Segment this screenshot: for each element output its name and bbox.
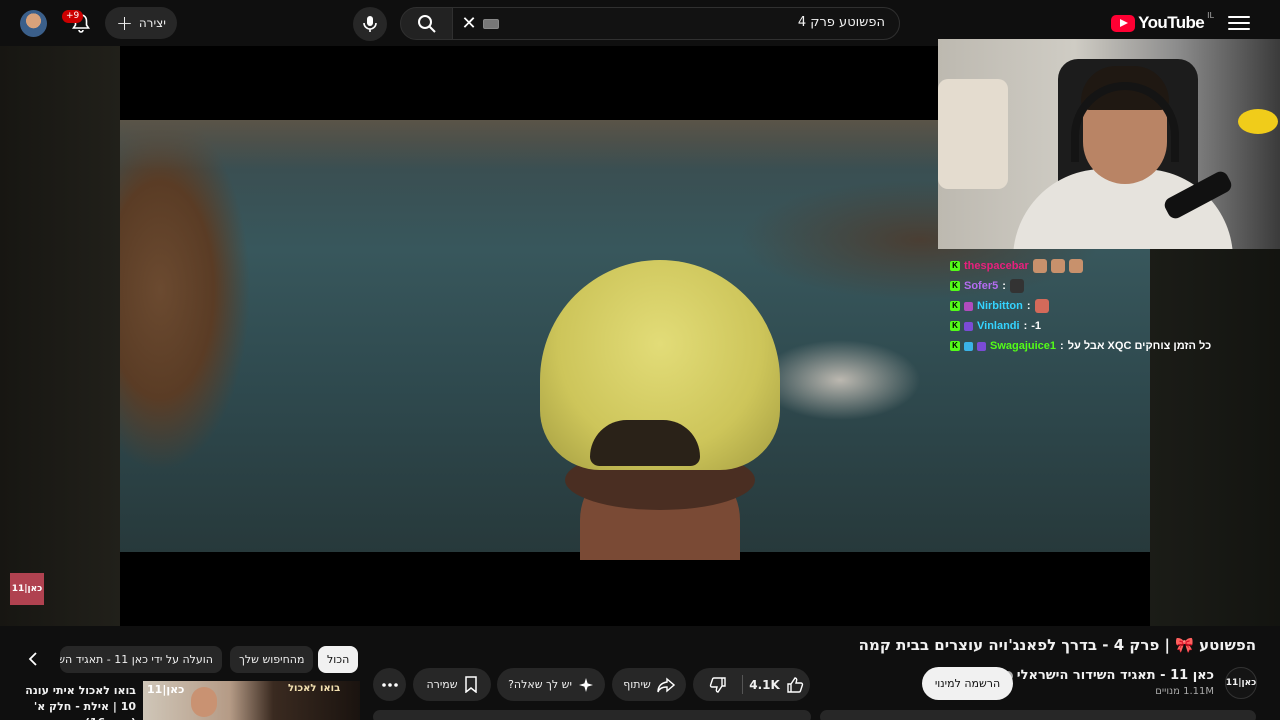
kick-badge-icon: K: [950, 301, 960, 311]
thumbs-up-icon: [787, 676, 803, 693]
video-title: הפשוטע 🎀 | פרק 4 - בדרך לפאנג'ויה עוצרים…: [858, 636, 1256, 654]
thumbnail-face: [191, 687, 217, 717]
voice-search-button[interactable]: [353, 7, 387, 41]
channel-avatar[interactable]: כאן|11: [1225, 667, 1257, 699]
create-label: יצירה: [138, 16, 166, 30]
chat-message: K Sofer5 :: [950, 276, 1280, 296]
stream-chat-overlay: K thespacebar K Sofer5 : K Nirbitton : K: [950, 256, 1280, 356]
like-divider: [742, 675, 743, 694]
plus-icon: +: [116, 11, 133, 35]
chips-scroll-button[interactable]: [22, 648, 44, 670]
chat-username: Sofer5: [964, 280, 999, 292]
subscriber-count: 1.11M מנויים: [1155, 686, 1214, 697]
streamer-webcam: [938, 39, 1280, 249]
ask-button[interactable]: יש לך שאלה?: [497, 668, 605, 701]
emote-icon: [1009, 279, 1024, 293]
chat-username: Vinlandi: [977, 320, 1020, 332]
like-dislike-group: 4.1K: [693, 668, 810, 701]
chat-text: -1: [1031, 320, 1042, 332]
more-actions-button[interactable]: [373, 668, 406, 701]
search-input[interactable]: הפשוטע פרק 4 ✕: [452, 7, 900, 40]
recommendation-title[interactable]: בואו לאכול איתי עונה 10 | אילת - חלק א' …: [22, 683, 136, 720]
chat-message: K Swagajuice1 : כל הזמן צוחקים XQC אבל ע…: [950, 336, 1280, 356]
emote-icon: [1034, 299, 1049, 313]
ask-label: יש לך שאלה?: [508, 678, 572, 691]
youtube-watch-page: YouTube IL הפשוטע פרק 4 ✕ יצירה + +9 K t…: [0, 0, 1280, 720]
chat-message: K Vinlandi : -1: [950, 316, 1280, 336]
chat-message: K Nirbitton :: [950, 296, 1280, 316]
chat-username: thespacebar: [964, 260, 1029, 272]
logo-text: YouTube: [1138, 13, 1205, 32]
dislike-button[interactable]: [693, 668, 742, 701]
youtube-play-icon: [1111, 14, 1136, 32]
channel-name-text: כאן 11 - תאגיד השידור הישראלי: [1016, 668, 1214, 683]
panel-box[interactable]: [373, 710, 811, 720]
create-button[interactable]: יצירה +: [105, 7, 177, 39]
chip-from-search[interactable]: מהחיפוש שלך: [230, 646, 314, 673]
sub-badge-icon: [977, 341, 986, 351]
kick-badge-icon: K: [950, 261, 960, 271]
share-label: שיתוף: [623, 678, 651, 691]
emote-icon: [1068, 259, 1083, 273]
search-icon: [417, 14, 436, 33]
account-avatar[interactable]: [20, 10, 47, 37]
share-icon: [657, 676, 675, 693]
recommendation-thumbnail[interactable]: כאן|11 בואו לאכול: [143, 681, 360, 720]
like-button[interactable]: 4.1K: [743, 668, 810, 701]
sparkle-icon: [578, 677, 593, 692]
keyboard-icon[interactable]: [483, 19, 499, 29]
menu-icon[interactable]: [1228, 12, 1250, 34]
channel-watermark[interactable]: כאן|11: [10, 573, 44, 605]
subscribe-button[interactable]: הרשמה למינוי: [922, 667, 1013, 700]
thumbs-down-icon: [709, 676, 726, 693]
chat-username: Swagajuice1: [990, 340, 1057, 352]
chip-uploaded-by[interactable]: הועלה על ידי כאן 11 - תאגיד השידור: [60, 646, 222, 673]
chip-all[interactable]: הכול: [318, 646, 359, 673]
microphone-icon: [363, 16, 377, 32]
share-button[interactable]: שיתוף: [612, 668, 686, 701]
ambient-left: [0, 46, 120, 626]
sub-badge-icon: [964, 301, 973, 311]
notifications-badge: +9: [62, 10, 84, 23]
thumbnail-show-logo: בואו לאכול: [288, 683, 341, 694]
thumbnail-channel-tag: כאן|11: [147, 683, 185, 696]
gift-badge-icon: [964, 341, 973, 351]
chat-text: כל הזמן צוחקים XQC אבל על: [1067, 340, 1212, 352]
kick-badge-icon: K: [950, 321, 960, 331]
description-box[interactable]: [820, 710, 1256, 720]
save-button[interactable]: שמירה: [413, 668, 491, 701]
chat-username: Nirbitton: [977, 300, 1023, 312]
streamer: [1003, 64, 1235, 249]
channel-name[interactable]: כאן 11 - תאגיד השידור הישראלי: [1002, 668, 1214, 683]
save-label: שמירה: [426, 678, 458, 691]
video-area: K thespacebar K Sofer5 : K Nirbitton : K: [0, 39, 1280, 626]
chat-message: K thespacebar: [950, 256, 1280, 276]
bookmark-icon: [464, 676, 477, 693]
emote-icon: [1032, 259, 1047, 273]
emote-icon: [1050, 259, 1065, 273]
youtube-logo[interactable]: YouTube IL: [1111, 10, 1214, 34]
boy-in-cap: [540, 260, 780, 560]
kick-badge-icon: K: [950, 281, 960, 291]
sub-badge-icon: [964, 321, 973, 331]
country-code: IL: [1207, 10, 1214, 20]
chevron-left-icon: [28, 652, 37, 666]
more-dots-icon: [381, 682, 398, 687]
kick-badge-icon: K: [950, 341, 960, 351]
search-button[interactable]: [400, 7, 453, 40]
like-count: 4.1K: [749, 677, 780, 692]
clear-search-icon[interactable]: ✕: [459, 14, 479, 34]
search-query: הפשוטע פרק 4: [797, 15, 885, 30]
